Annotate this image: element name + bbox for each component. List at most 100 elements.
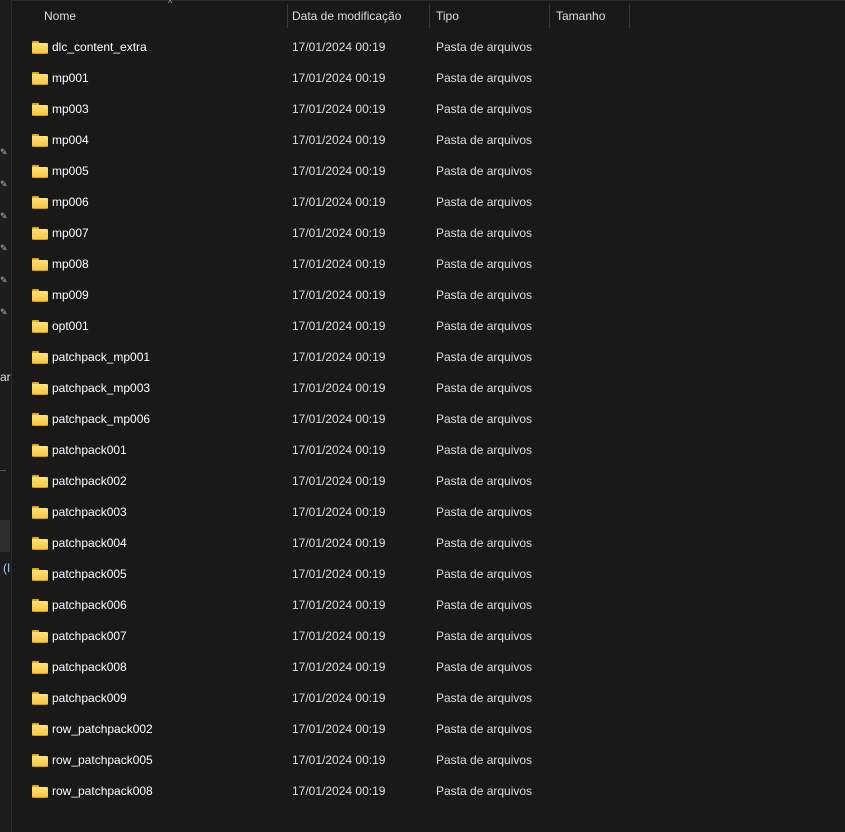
file-date: 17/01/2024 00:19: [292, 226, 386, 240]
file-type: Pasta de arquivos: [436, 505, 533, 519]
folder-icon: [32, 630, 48, 643]
pin-icon[interactable]: ✎: [0, 212, 8, 221]
file-row[interactable]: mp009 17/01/2024 00:19 Pasta de arquivos: [12, 280, 845, 311]
pin-icon[interactable]: ✎: [0, 148, 8, 157]
file-row[interactable]: patchpack_mp006 17/01/2024 00:19 Pasta de …: [12, 404, 845, 435]
file-name: mp004: [52, 133, 89, 147]
file-date: 17/01/2024 00:19: [292, 71, 386, 85]
file-name: mp005: [52, 164, 89, 178]
folder-icon: [32, 41, 48, 54]
file-row[interactable]: mp003 17/01/2024 00:19 Pasta de arquivos: [12, 94, 845, 125]
file-row[interactable]: mp005 17/01/2024 00:19 Pasta de arquivos: [12, 156, 845, 187]
pin-icon[interactable]: ✎: [0, 308, 8, 317]
column-size[interactable]: Tamanho: [550, 4, 630, 28]
file-row[interactable]: patchpack001 17/01/2024 00:19 Pasta de arq…: [12, 435, 845, 466]
file-row[interactable]: mp008 17/01/2024 00:19 Pasta de arquivos: [12, 249, 845, 280]
column-name[interactable]: Nome: [12, 4, 288, 28]
folder-icon: [32, 103, 48, 116]
folder-icon: [32, 413, 48, 426]
file-row[interactable]: patchpack007 17/01/2024 00:19 Pasta de arq…: [12, 621, 845, 652]
file-row[interactable]: mp001 17/01/2024 00:19 Pasta de arquivos: [12, 63, 845, 94]
file-date: 17/01/2024 00:19: [292, 350, 386, 364]
file-row[interactable]: opt001 17/01/2024 00:19 Pasta de arquivos: [12, 311, 845, 342]
column-date[interactable]: Data de modificação: [286, 4, 430, 28]
folder-icon: [32, 475, 48, 488]
folder-icon: [32, 351, 48, 364]
file-date: 17/01/2024 00:19: [292, 753, 386, 767]
column-type[interactable]: Tipo: [430, 4, 550, 28]
file-type: Pasta de arquivos: [436, 102, 533, 116]
file-row[interactable]: patchpack006 17/01/2024 00:19 Pasta de arq…: [12, 590, 845, 621]
file-type: Pasta de arquivos: [436, 536, 533, 550]
file-date: 17/01/2024 00:19: [292, 660, 386, 674]
folder-icon: [32, 320, 48, 333]
file-name: row_patchpack005: [52, 753, 153, 767]
file-date: 17/01/2024 00:19: [292, 474, 386, 488]
file-date: 17/01/2024 00:19: [292, 133, 386, 147]
folder-icon: [32, 165, 48, 178]
file-list: dlc_content_extra 17/01/2024 00:19 Pasta d…: [12, 32, 845, 807]
file-name: patchpack001: [52, 443, 127, 457]
file-row[interactable]: patchpack_mp001 17/01/2024 00:19 Pasta de …: [12, 342, 845, 373]
file-type: Pasta de arquivos: [436, 195, 533, 209]
file-row[interactable]: row_patchpack005 17/01/2024 00:19 Pasta de…: [12, 745, 845, 776]
file-row[interactable]: mp006 17/01/2024 00:19 Pasta de arquivos: [12, 187, 845, 218]
file-name: opt001: [52, 319, 89, 333]
file-date: 17/01/2024 00:19: [292, 722, 386, 736]
folder-icon: [32, 382, 48, 395]
file-type: Pasta de arquivos: [436, 381, 533, 395]
file-row[interactable]: patchpack_mp003 17/01/2024 00:19 Pasta de …: [12, 373, 845, 404]
file-row[interactable]: mp004 17/01/2024 00:19 Pasta de arquivos: [12, 125, 845, 156]
file-name: mp009: [52, 288, 89, 302]
file-name: row_patchpack008: [52, 784, 153, 798]
file-row[interactable]: patchpack008 17/01/2024 00:19 Pasta de arq…: [12, 652, 845, 683]
file-name: patchpack003: [52, 505, 127, 519]
file-date: 17/01/2024 00:19: [292, 412, 386, 426]
file-row[interactable]: patchpack005 17/01/2024 00:19 Pasta de arq…: [12, 559, 845, 590]
file-name: patchpack007: [52, 629, 127, 643]
nav-item-selected[interactable]: [0, 520, 10, 552]
file-type: Pasta de arquivos: [436, 257, 533, 271]
file-name: mp001: [52, 71, 89, 85]
pin-icon[interactable]: ✎: [0, 244, 8, 253]
file-type: Pasta de arquivos: [436, 319, 533, 333]
divider: [12, 0, 845, 1]
file-type: Pasta de arquivos: [436, 443, 533, 457]
file-date: 17/01/2024 00:19: [292, 257, 386, 271]
file-name: patchpack004: [52, 536, 127, 550]
file-date: 17/01/2024 00:19: [292, 567, 386, 581]
file-date: 17/01/2024 00:19: [292, 40, 386, 54]
folder-icon: [32, 196, 48, 209]
column-header: ^ Nome Data de modificação Tipo Tamanho: [12, 0, 845, 28]
pin-icon[interactable]: ✎: [0, 276, 8, 285]
folder-icon: [32, 785, 48, 798]
nav-item-partial[interactable]: (I: [3, 561, 10, 575]
nav-item-partial[interactable]: ar: [0, 370, 11, 384]
file-row[interactable]: dlc_content_extra 17/01/2024 00:19 Pasta d…: [12, 32, 845, 63]
file-name: patchpack009: [52, 691, 127, 705]
file-row[interactable]: patchpack003 17/01/2024 00:19 Pasta de arq…: [12, 497, 845, 528]
file-row[interactable]: patchpack002 17/01/2024 00:19 Pasta de arq…: [12, 466, 845, 497]
file-row[interactable]: patchpack004 17/01/2024 00:19 Pasta de arq…: [12, 528, 845, 559]
folder-icon: [32, 568, 48, 581]
file-row[interactable]: row_patchpack008 17/01/2024 00:19 Pasta de…: [12, 776, 845, 807]
file-type: Pasta de arquivos: [436, 567, 533, 581]
file-date: 17/01/2024 00:19: [292, 288, 386, 302]
file-row[interactable]: patchpack009 17/01/2024 00:19 Pasta de arq…: [12, 683, 845, 714]
folder-icon: [32, 289, 48, 302]
file-date: 17/01/2024 00:19: [292, 195, 386, 209]
folder-icon: [32, 599, 48, 612]
file-name: dlc_content_extra: [52, 40, 147, 54]
file-date: 17/01/2024 00:19: [292, 691, 386, 705]
file-type: Pasta de arquivos: [436, 598, 533, 612]
folder-icon: [32, 134, 48, 147]
file-date: 17/01/2024 00:19: [292, 598, 386, 612]
folder-icon: [32, 723, 48, 736]
file-row[interactable]: row_patchpack002 17/01/2024 00:19 Pasta de…: [12, 714, 845, 745]
file-date: 17/01/2024 00:19: [292, 102, 386, 116]
pin-icon[interactable]: ✎: [0, 180, 8, 189]
file-row[interactable]: mp007 17/01/2024 00:19 Pasta de arquivos: [12, 218, 845, 249]
file-type: Pasta de arquivos: [436, 660, 533, 674]
file-date: 17/01/2024 00:19: [292, 629, 386, 643]
file-type: Pasta de arquivos: [436, 164, 533, 178]
